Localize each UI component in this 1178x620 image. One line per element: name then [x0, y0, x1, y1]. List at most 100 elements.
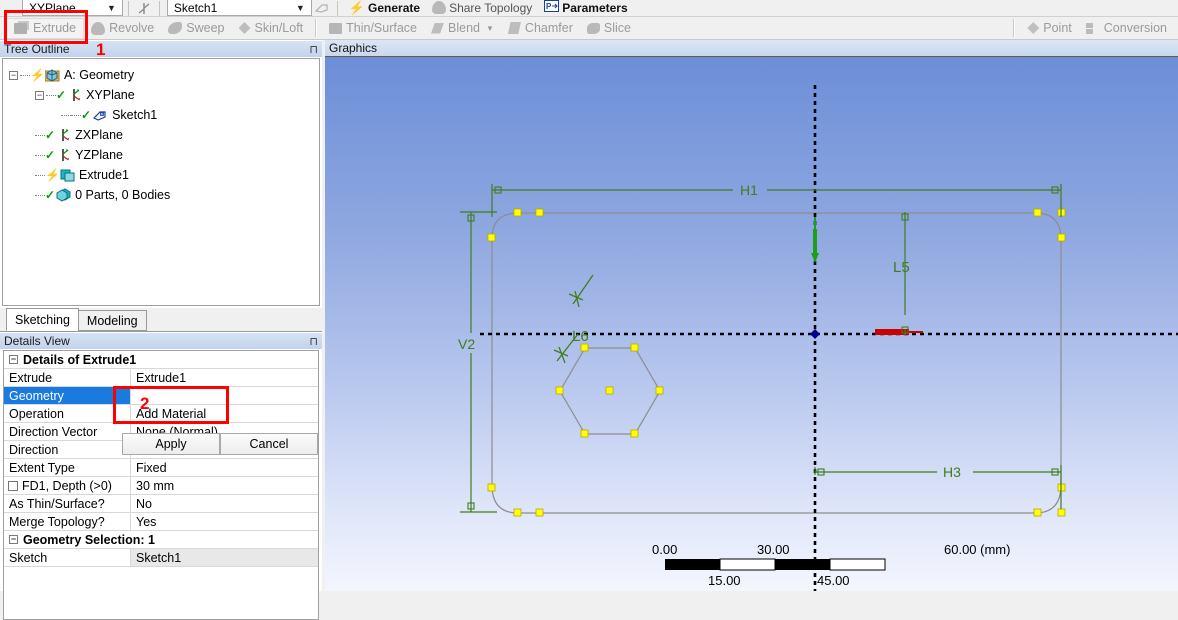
tree-item-yzplane[interactable]: ✓ YZPlane — [7, 145, 319, 165]
tree-item-sketch1[interactable]: ✓ Sketch1 — [7, 105, 319, 125]
expander-icon-geometry[interactable]: − — [9, 70, 18, 80]
extrude-label: Extrude — [33, 21, 77, 35]
tree-label-yzplane: YZPlane — [75, 148, 124, 162]
toolbar-separator-2 — [1013, 19, 1016, 37]
revolve-label: Revolve — [109, 21, 155, 35]
plane-axis-icon[interactable] — [134, 0, 154, 16]
details-key-operation: Operation — [4, 405, 131, 422]
dimension-h1[interactable]: H1 — [491, 182, 1062, 217]
details-key-sketch: Sketch — [4, 549, 131, 566]
point-label: Point — [1043, 21, 1072, 35]
tree-item-extrude1[interactable]: ⚡ Extrude1 — [7, 165, 319, 185]
skin-loft-label: Skin/Loft — [254, 21, 304, 35]
dimension-v2[interactable]: V2 — [458, 211, 497, 513]
details-value-extent-type[interactable]: Fixed — [131, 459, 318, 476]
details-row-depth[interactable]: FD1, Depth (>0) 30 mm — [4, 477, 318, 495]
tree-item-zxplane[interactable]: ✓ ZXPlane — [7, 125, 319, 145]
tree-connector-7 — [35, 174, 45, 176]
details-group-extrude1[interactable]: − Details of Extrude1 — [4, 351, 318, 369]
sketch-canvas[interactable]: H1 V2 L5 L6 H3 0.00 30.00 60.00 (mm) 15.… — [325, 57, 1178, 591]
expander-icon-xyplane[interactable]: − — [35, 90, 44, 100]
plane-icon-yz — [56, 148, 71, 162]
blend-button[interactable]: Blend ▼ — [424, 18, 501, 39]
sketch-selector-combo[interactable]: Sketch1 ▼ — [166, 0, 312, 16]
cancel-button[interactable]: Cancel — [220, 433, 318, 455]
details-value-geometry[interactable] — [131, 387, 318, 404]
details-row-as-thin-surface[interactable]: As Thin/Surface? No — [4, 495, 318, 513]
details-row-extent-type[interactable]: Extent Type Fixed — [4, 459, 318, 477]
lightning-icon-extrude1: ⚡ — [45, 168, 60, 182]
conversion-label: Conversion — [1103, 21, 1167, 35]
revolve-icon — [91, 21, 106, 35]
details-row-extrude[interactable]: Extrude Extrude1 — [4, 369, 318, 387]
plane-selector-combo[interactable]: XYPlane ▼ — [22, 0, 123, 16]
apply-button[interactable]: Apply — [122, 433, 220, 455]
details-value-merge-topology[interactable]: Yes — [131, 513, 318, 530]
chamfer-icon — [507, 22, 521, 34]
tree-item-xyplane[interactable]: − ✓ XYPlane — [7, 85, 319, 105]
new-sketch-icon[interactable] — [312, 0, 332, 16]
graphics-viewport[interactable]: H1 V2 L5 L6 H3 0.00 30.00 60.00 (mm) 15.… — [325, 56, 1178, 591]
share-topology-icon — [432, 1, 447, 14]
details-value-depth[interactable]: 30 mm — [131, 477, 318, 494]
details-value-as-thin-surface[interactable]: No — [131, 495, 318, 512]
details-key-merge-topology: Merge Topology? — [4, 513, 131, 530]
toolbar-divider-3 — [336, 1, 338, 16]
thin-surface-button[interactable]: Thin/Surface — [322, 18, 424, 39]
sweep-button[interactable]: Sweep — [161, 18, 231, 39]
conversion-button[interactable]: Conversion — [1079, 18, 1174, 39]
generate-button[interactable]: ⚡ Generate — [343, 0, 426, 16]
details-value-operation[interactable]: Add Material — [131, 405, 318, 422]
slice-button[interactable]: Slice — [580, 18, 638, 39]
pin-icon[interactable]: ⊓ — [309, 43, 318, 56]
check-icon-parts: ✓ — [45, 188, 56, 202]
depth-checkbox[interactable] — [8, 480, 18, 491]
tab-modeling[interactable]: Modeling — [77, 310, 147, 331]
chevron-down-icon-blend[interactable]: ▼ — [486, 24, 494, 33]
details-value-extrude[interactable]: Extrude1 — [131, 369, 318, 386]
expander-icon-details[interactable]: − — [9, 355, 18, 364]
dimension-label-v2: V2 — [458, 336, 475, 352]
tree-label-xyplane: XYPlane — [86, 88, 135, 102]
plane-selector-value: XYPlane — [29, 0, 76, 15]
tree-outline-title-bar: Tree Outline ⊓ — [0, 40, 322, 57]
slice-label: Slice — [603, 21, 631, 35]
tree-outline[interactable]: − ⚡ A: Geometry − ✓ XYPlane ✓ Sketch1 ✓ … — [2, 58, 320, 306]
extrude-button[interactable]: Extrude — [6, 17, 85, 39]
dimension-h3[interactable]: H3 — [814, 464, 1062, 509]
share-topology-button[interactable]: Share Topology — [426, 0, 538, 16]
origin-point[interactable] — [810, 329, 820, 339]
details-row-sketch[interactable]: Sketch Sketch1 — [4, 549, 318, 567]
details-group-key: − Details of Extrude1 — [4, 351, 318, 368]
details-key-depth: FD1, Depth (>0) — [4, 477, 131, 494]
generate-label: Generate — [368, 0, 421, 15]
scale-label-15: 15.00 — [708, 573, 741, 588]
tree-label-parts-bodies: 0 Parts, 0 Bodies — [75, 188, 171, 202]
lightning-icon: ⚡ — [348, 0, 366, 15]
chevron-down-icon[interactable]: ▼ — [103, 3, 120, 13]
pin-icon-details[interactable]: ⊓ — [309, 335, 318, 348]
tree-connector-3 — [61, 114, 71, 116]
details-row-merge-topology[interactable]: Merge Topology? Yes — [4, 513, 318, 531]
chevron-down-icon-2[interactable]: ▼ — [292, 3, 309, 13]
chamfer-label: Chamfer — [524, 21, 573, 35]
skin-loft-button[interactable]: Skin/Loft — [232, 18, 311, 39]
sketch-rounded-rectangle[interactable] — [491, 212, 1062, 514]
sketch-constraint-points[interactable] — [487, 208, 1066, 517]
tab-sketching[interactable]: Sketching — [6, 308, 79, 331]
expander-icon-geometry-selection[interactable]: − — [9, 535, 18, 544]
point-button[interactable]: Point — [1020, 18, 1079, 39]
chamfer-button[interactable]: Chamfer — [501, 18, 580, 39]
details-row-geometry[interactable]: Geometry — [4, 387, 318, 405]
tree-connector-4 — [71, 114, 81, 116]
details-key-direction: Direction — [4, 441, 131, 458]
check-icon-zxplane: ✓ — [45, 128, 56, 142]
point-icon — [1027, 22, 1040, 34]
parameters-button[interactable]: P Parameters — [538, 0, 633, 16]
details-group-geometry-selection[interactable]: − Geometry Selection: 1 — [4, 531, 318, 549]
slice-icon — [586, 22, 600, 34]
revolve-button[interactable]: Revolve — [84, 18, 161, 39]
tree-item-parts-bodies[interactable]: ✓ 0 Parts, 0 Bodies — [7, 185, 319, 205]
details-row-operation[interactable]: Operation Add Material — [4, 405, 318, 423]
tree-item-geometry[interactable]: − ⚡ A: Geometry — [7, 65, 319, 85]
